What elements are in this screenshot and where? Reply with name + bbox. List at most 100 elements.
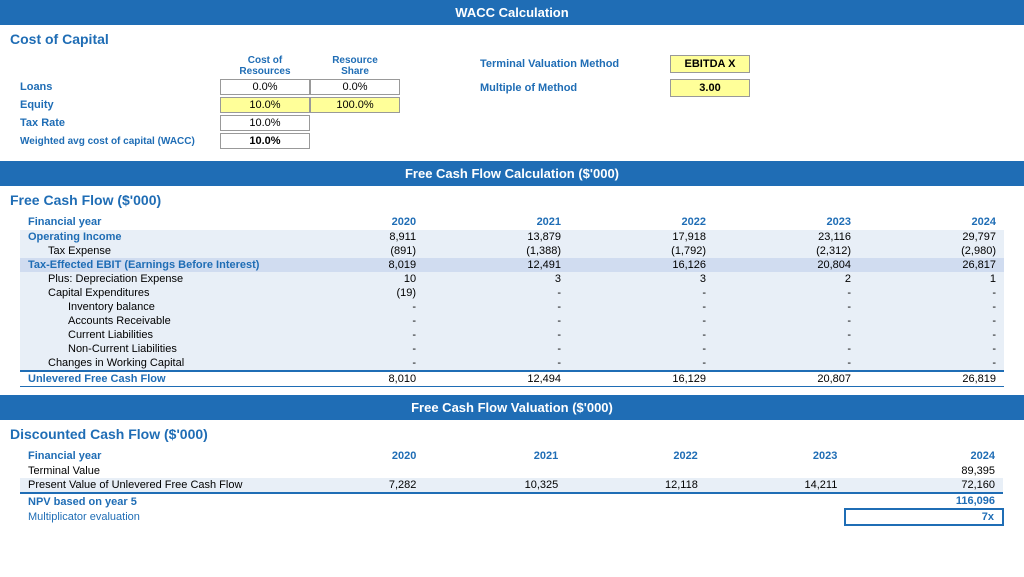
- taxrate-share: [310, 122, 400, 124]
- dcf-row-label-1: Present Value of Unlevered Free Cash Flo…: [20, 478, 300, 493]
- fcf-row-label-4: Capital Expenditures: [20, 286, 300, 300]
- fcf-cell-4-4: -: [859, 286, 1004, 300]
- multiple-method-value[interactable]: 3.00: [670, 79, 750, 97]
- fcf-cell-6-1: -: [424, 314, 569, 328]
- wacc-right: Terminal Valuation Method EBITDA X Multi…: [480, 55, 750, 97]
- fcf-cell-0-0: 8,911: [300, 230, 424, 244]
- dcf-year-2021: 2021: [424, 448, 566, 464]
- fcf-row-label-1: Tax Expense: [20, 244, 300, 258]
- fcf-cell-9-3: -: [714, 356, 859, 371]
- fcf-cell-0-2: 17,918: [569, 230, 714, 244]
- npv-empty-2: [566, 493, 706, 509]
- fcf-cell-5-4: -: [859, 300, 1004, 314]
- dcf-cell-1-2: 12,118: [566, 478, 706, 493]
- fcf-year-2021: 2021: [424, 214, 569, 230]
- fcf-cell-10-3: 20,807: [714, 371, 859, 387]
- fcf-row-3: Plus: Depreciation Expense103321: [20, 272, 1004, 286]
- fcf-cell-6-4: -: [859, 314, 1004, 328]
- fcf-row-2: Tax-Effected EBIT (Earnings Before Inter…: [20, 258, 1004, 272]
- wacc-label: Weighted avg cost of capital (WACC): [20, 136, 220, 147]
- fcf-row-label-2: Tax-Effected EBIT (Earnings Before Inter…: [20, 258, 300, 272]
- dcf-cell-0-1: [424, 464, 566, 478]
- fcf-cell-8-1: -: [424, 342, 569, 356]
- wacc-row-equity: Equity 10.0% 100.0%: [20, 97, 400, 113]
- equity-share[interactable]: 100.0%: [310, 97, 400, 113]
- fcf-cell-1-1: (1,388): [424, 244, 569, 258]
- npv-empty-0: [300, 493, 424, 509]
- fcf-cell-6-2: -: [569, 314, 714, 328]
- fcf-cell-2-3: 20,804: [714, 258, 859, 272]
- dcf-row-label-0: Terminal Value: [20, 464, 300, 478]
- fcf-cell-3-3: 2: [714, 272, 859, 286]
- fcf-year-label: Financial year: [20, 214, 300, 230]
- fcf-cell-4-1: -: [424, 286, 569, 300]
- wacc-cost[interactable]: 10.0%: [220, 133, 310, 149]
- fcf-year-2022: 2022: [569, 214, 714, 230]
- fcf-row-label-7: Current Liabilities: [20, 328, 300, 342]
- fcf-section: Free Cash Flow Calculation ($'000) Free …: [0, 161, 1024, 395]
- npv-row: NPV based on year 5116,096: [20, 493, 1003, 509]
- loans-cost[interactable]: 0.0%: [220, 79, 310, 95]
- fcf-cell-9-4: -: [859, 356, 1004, 371]
- equity-label: Equity: [20, 99, 220, 111]
- fcf-title: Free Cash Flow ($'000): [0, 186, 1024, 210]
- fcf-cell-6-3: -: [714, 314, 859, 328]
- fcf-row-7: Current Liabilities-----: [20, 328, 1004, 342]
- fcf-cell-2-1: 12,491: [424, 258, 569, 272]
- mult-cell-1: [424, 509, 566, 525]
- loans-share[interactable]: 0.0%: [310, 79, 400, 95]
- dcf-content: Financial year 2020 2021 2022 2023 2024 …: [0, 444, 1024, 534]
- fcf-cell-6-0: -: [300, 314, 424, 328]
- fcf-cell-4-2: -: [569, 286, 714, 300]
- fcf-cell-5-1: -: [424, 300, 569, 314]
- col-header-cost: Cost ofResources: [220, 55, 310, 77]
- fcf-cell-8-4: -: [859, 342, 1004, 356]
- npv-empty-4: 116,096: [845, 493, 1003, 509]
- fcf-year-2024: 2024: [859, 214, 1004, 230]
- fcf-header-row: Financial year 2020 2021 2022 2023 2024: [20, 214, 1004, 230]
- fcf-cell-10-4: 26,819: [859, 371, 1004, 387]
- fcf-row-1: Tax Expense(891)(1,388)(1,792)(2,312)(2,…: [20, 244, 1004, 258]
- fcf-cell-7-0: -: [300, 328, 424, 342]
- equity-cost[interactable]: 10.0%: [220, 97, 310, 113]
- fcf-row-label-5: Inventory balance: [20, 300, 300, 314]
- fcf-row-5: Inventory balance-----: [20, 300, 1004, 314]
- dcf-cell-0-4: 89,395: [845, 464, 1003, 478]
- taxrate-cost[interactable]: 10.0%: [220, 115, 310, 131]
- fcf-cell-5-0: -: [300, 300, 424, 314]
- fcf-cell-3-2: 3: [569, 272, 714, 286]
- dcf-year-2024: 2024: [845, 448, 1003, 464]
- fcf-row-8: Non-Current Liabilities-----: [20, 342, 1004, 356]
- fcf-cell-0-1: 13,879: [424, 230, 569, 244]
- wacc-share: [310, 140, 400, 142]
- terminal-method-row: Terminal Valuation Method EBITDA X: [480, 55, 750, 73]
- dcf-cell-0-2: [566, 464, 706, 478]
- wacc-row-loans: Loans 0.0% 0.0%: [20, 79, 400, 95]
- fcf-cell-2-4: 26,817: [859, 258, 1004, 272]
- fcf-year-2020: 2020: [300, 214, 424, 230]
- fcf-cell-10-2: 16,129: [569, 371, 714, 387]
- dcf-year-2023: 2023: [706, 448, 846, 464]
- dcf-header: Free Cash Flow Valuation ($'000): [0, 395, 1024, 420]
- dcf-cell-1-1: 10,325: [424, 478, 566, 493]
- wacc-row-wacc: Weighted avg cost of capital (WACC) 10.0…: [20, 133, 400, 149]
- fcf-cell-7-1: -: [424, 328, 569, 342]
- fcf-row-4: Capital Expenditures(19)----: [20, 286, 1004, 300]
- npv-empty-1: [424, 493, 566, 509]
- fcf-cell-1-2: (1,792): [569, 244, 714, 258]
- mult-cell-4[interactable]: 7x: [845, 509, 1003, 525]
- col-header-share: ResourceShare: [310, 55, 400, 77]
- loans-label: Loans: [20, 81, 220, 93]
- fcf-cell-3-0: 10: [300, 272, 424, 286]
- fcf-cell-9-1: -: [424, 356, 569, 371]
- fcf-cell-0-4: 29,797: [859, 230, 1004, 244]
- fcf-row-label-8: Non-Current Liabilities: [20, 342, 300, 356]
- mult-label: Multiplicator evaluation: [20, 509, 300, 525]
- fcf-cell-0-3: 23,116: [714, 230, 859, 244]
- mult-cell-0: [300, 509, 424, 525]
- wacc-col-headers: Cost ofResources ResourceShare: [20, 55, 400, 77]
- terminal-method-value[interactable]: EBITDA X: [670, 55, 750, 73]
- fcf-cell-4-0: (19): [300, 286, 424, 300]
- fcf-cell-8-3: -: [714, 342, 859, 356]
- fcf-cell-3-1: 3: [424, 272, 569, 286]
